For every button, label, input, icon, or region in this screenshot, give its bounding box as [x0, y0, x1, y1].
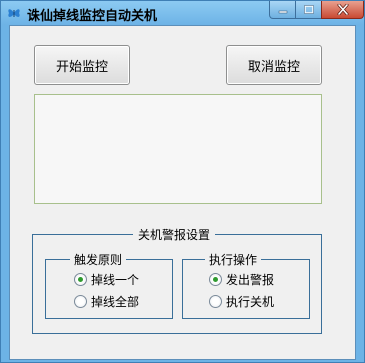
maximize-button[interactable] — [295, 1, 322, 19]
radio-button[interactable] — [74, 294, 87, 308]
monitor-log-box[interactable] — [34, 94, 322, 204]
action-group: 执行操作 发出警报 执行关机 — [182, 251, 310, 319]
cancel-monitor-button[interactable]: 取消监控 — [226, 45, 322, 85]
trigger-rule-title: 触发原则 — [70, 251, 127, 268]
window-title: 诛仙掉线监控自动关机 — [27, 9, 158, 24]
client-area: 开始监控 取消监控 关机警报设置 触发原则 掉线一个 掉线全部 执行操作 发出警… — [9, 25, 356, 360]
radio-send-alarm[interactable]: 发出警报 — [209, 271, 274, 287]
radio-button[interactable] — [209, 294, 222, 308]
radio-button-checked[interactable] — [74, 272, 87, 286]
title-bar[interactable]: 诛仙掉线监控自动关机 — [1, 1, 364, 25]
radio-drop-one[interactable]: 掉线一个 — [74, 271, 139, 287]
close-icon — [337, 4, 348, 15]
alarm-settings-group: 关机警报设置 触发原则 掉线一个 掉线全部 执行操作 发出警报 执行关机 — [32, 226, 322, 334]
minimize-button[interactable] — [269, 1, 296, 19]
radio-shutdown[interactable]: 执行关机 — [209, 293, 274, 309]
radio-label: 执行关机 — [226, 294, 275, 309]
minimize-icon — [278, 10, 287, 13]
alarm-settings-title: 关机警报设置 — [133, 226, 216, 243]
close-button[interactable] — [321, 1, 364, 19]
radio-drop-all[interactable]: 掉线全部 — [74, 293, 139, 309]
radio-label: 掉线全部 — [91, 294, 140, 309]
action-title: 执行操作 — [205, 251, 262, 268]
radio-label: 掉线一个 — [91, 272, 140, 287]
start-monitor-button[interactable]: 开始监控 — [34, 45, 130, 85]
butterfly-icon — [8, 9, 20, 17]
radio-label: 发出警报 — [226, 272, 275, 287]
app-window: 诛仙掉线监控自动关机 开始监控 取消监控 关机警报设置 触发原则 掉线一个 掉线… — [0, 0, 365, 363]
maximize-icon — [303, 5, 314, 14]
trigger-rule-group: 触发原则 掉线一个 掉线全部 — [45, 251, 173, 319]
radio-button-checked[interactable] — [209, 272, 222, 286]
